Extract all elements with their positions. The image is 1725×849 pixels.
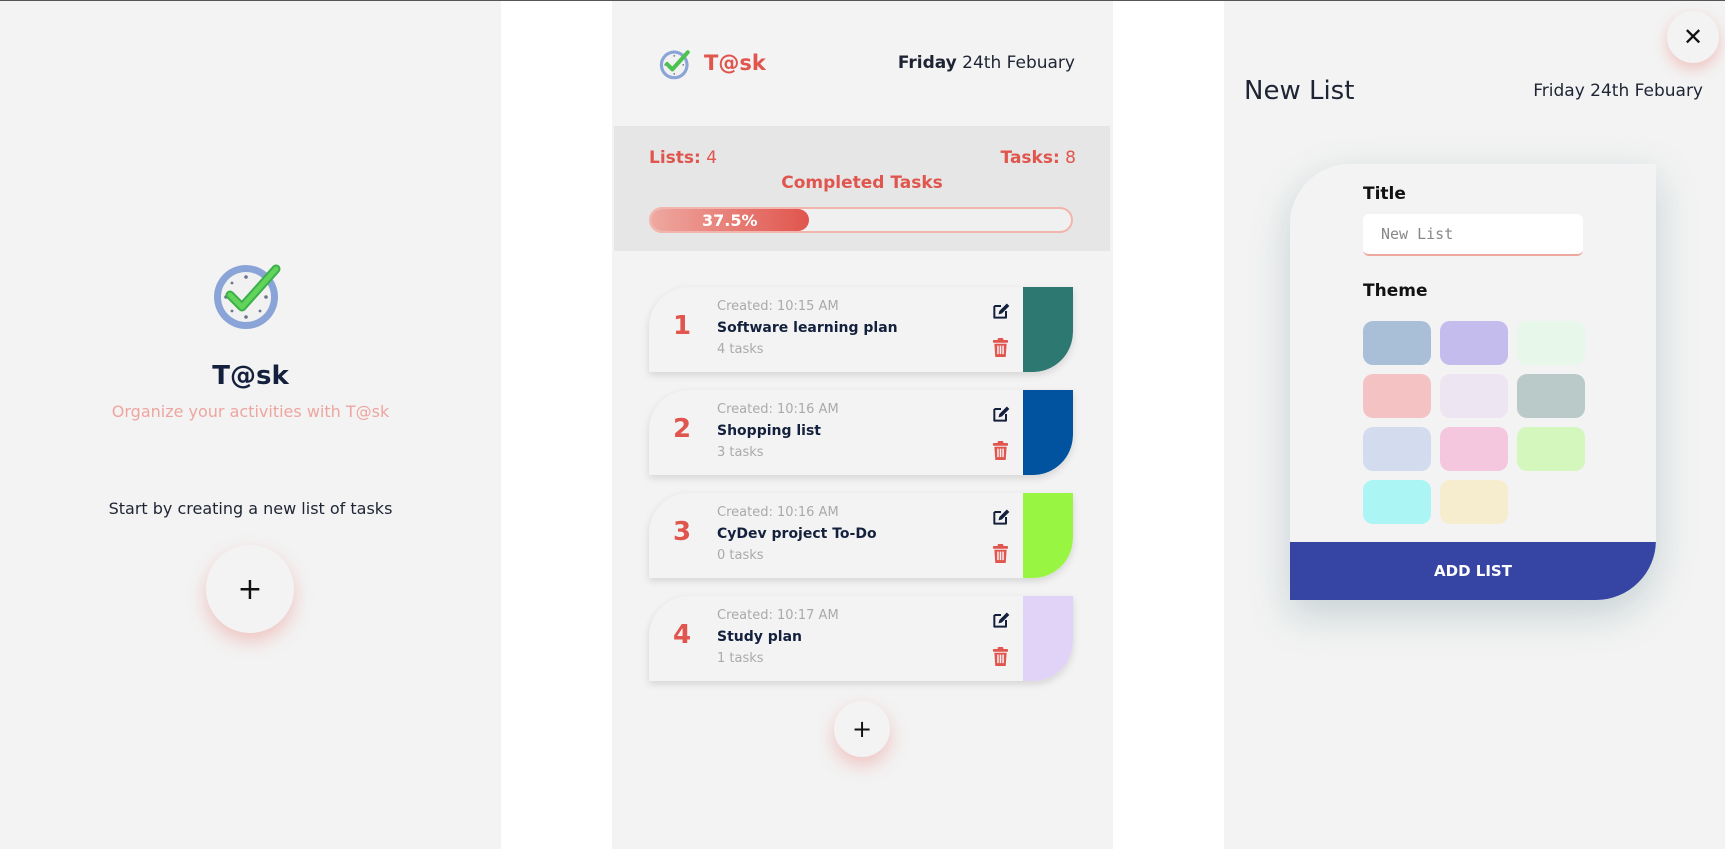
lists-screen: T@sk Friday 24th Febuary Lists: 4 Tasks:…: [612, 1, 1113, 849]
card-created-time: Created: 10:16 AM: [717, 505, 839, 520]
card-title: Shopping list: [717, 423, 821, 439]
list-card[interactable]: 4 Created: 10:17 AM Study plan 1 tasks: [649, 596, 1073, 681]
clock-check-logo-icon: [214, 264, 281, 329]
lists-label: Lists:: [649, 148, 701, 168]
theme-swatch[interactable]: [1363, 480, 1431, 524]
card-number: 4: [672, 620, 692, 650]
card-number: 3: [672, 517, 692, 547]
theme-swatch[interactable]: [1363, 321, 1431, 365]
trash-icon[interactable]: [992, 647, 1009, 666]
card-created-time: Created: 10:17 AM: [717, 608, 839, 623]
header-date: Friday 24th Febuary: [1533, 81, 1703, 101]
theme-swatch[interactable]: [1517, 427, 1585, 471]
edit-icon[interactable]: [991, 610, 1011, 630]
header-date: Friday 24th Febuary: [898, 53, 1075, 73]
card-task-count: 0 tasks: [717, 548, 764, 563]
progress-fill: 37.5%: [651, 209, 809, 231]
card-created-time: Created: 10:16 AM: [717, 402, 839, 417]
theme-swatches: [1363, 321, 1593, 524]
card-theme-color: [1023, 596, 1073, 681]
card-theme-color: [1023, 493, 1073, 578]
theme-swatch[interactable]: [1517, 374, 1585, 418]
tasks-label: Tasks:: [1000, 148, 1060, 168]
trash-icon[interactable]: [992, 441, 1009, 460]
completion-progress-bar: 37.5%: [649, 207, 1073, 233]
completed-tasks-label: Completed Tasks: [781, 173, 943, 193]
title-label: Title: [1363, 184, 1406, 204]
plus-icon: +: [237, 571, 263, 607]
theme-swatch[interactable]: [1440, 480, 1508, 524]
new-list-form: Title Theme ADD LIST: [1290, 164, 1656, 600]
title-input[interactable]: [1363, 214, 1583, 256]
brand-name: T@sk: [704, 51, 766, 75]
add-list-button[interactable]: +: [834, 701, 890, 757]
start-text: Start by creating a new list of tasks: [108, 499, 393, 518]
date-rest: 24th Febuary: [956, 53, 1075, 73]
clock-check-logo-icon: [659, 50, 690, 80]
date-day: Friday: [897, 53, 957, 73]
tasks-value: 8: [1059, 148, 1076, 168]
card-task-count: 3 tasks: [717, 445, 764, 460]
theme-swatch[interactable]: [1363, 374, 1431, 418]
theme-swatch[interactable]: [1517, 321, 1585, 365]
welcome-title: T@sk: [212, 361, 289, 391]
close-button[interactable]: ✕: [1667, 11, 1719, 63]
edit-icon[interactable]: [991, 507, 1011, 527]
welcome-screen: T@sk Organize your activities with T@sk …: [0, 1, 501, 849]
card-task-count: 4 tasks: [717, 342, 764, 357]
card-title: CyDev project To-Do: [717, 526, 877, 542]
close-icon: ✕: [1682, 23, 1704, 51]
create-list-button[interactable]: +: [206, 545, 294, 633]
plus-icon: +: [851, 715, 873, 743]
add-list-submit-button[interactable]: ADD LIST: [1290, 542, 1656, 600]
list-card[interactable]: 1 Created: 10:15 AM Software learning plan…: [649, 287, 1073, 372]
list-card[interactable]: 2 Created: 10:16 AM Shopping list 3 tasks: [649, 390, 1073, 475]
theme-swatch[interactable]: [1363, 427, 1431, 471]
card-theme-color: [1023, 287, 1073, 372]
lists-value: 4: [700, 148, 718, 168]
page-title: New List: [1244, 76, 1355, 106]
card-number: 2: [672, 414, 692, 444]
theme-swatch[interactable]: [1440, 374, 1508, 418]
trash-icon[interactable]: [992, 544, 1009, 563]
trash-icon[interactable]: [992, 338, 1009, 357]
lists-count: Lists: 4: [649, 148, 717, 168]
card-number: 1: [672, 311, 692, 341]
card-task-count: 1 tasks: [717, 651, 764, 666]
card-created-time: Created: 10:15 AM: [717, 299, 839, 314]
theme-label: Theme: [1363, 281, 1428, 301]
list-card[interactable]: 3 Created: 10:16 AM CyDev project To-Do 0 t…: [649, 493, 1073, 578]
tasks-count: Tasks: 8: [1001, 148, 1076, 168]
card-title: Software learning plan: [717, 320, 898, 336]
theme-swatch[interactable]: [1440, 321, 1508, 365]
card-title: Study plan: [717, 629, 802, 645]
theme-swatch[interactable]: [1440, 427, 1508, 471]
welcome-subtitle: Organize your activities with T@sk: [111, 402, 390, 421]
edit-icon[interactable]: [991, 404, 1011, 424]
new-list-screen: ✕ New List Friday 24th Febuary Title The…: [1224, 1, 1725, 849]
stats-panel: Lists: 4 Tasks: 8 Completed Tasks 37.5%: [614, 126, 1110, 251]
card-theme-color: [1023, 390, 1073, 475]
edit-icon[interactable]: [991, 301, 1011, 321]
